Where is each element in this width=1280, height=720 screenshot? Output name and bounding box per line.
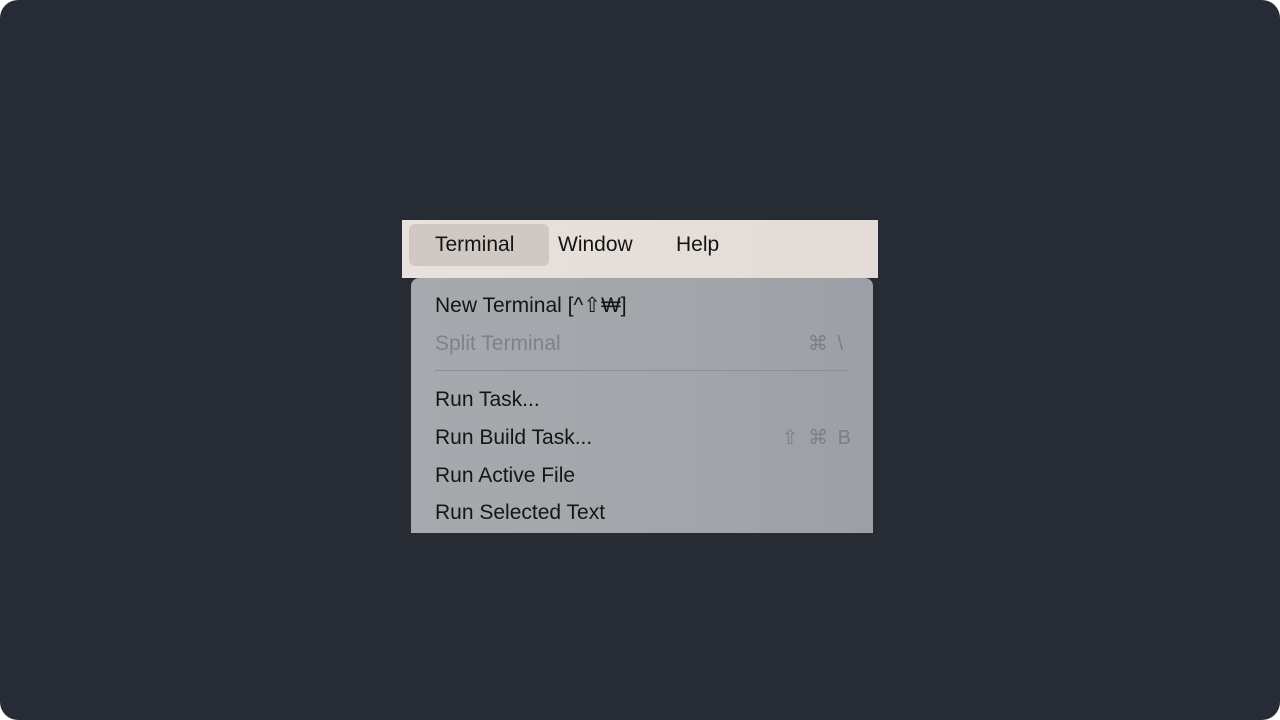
menubar-item-label: Terminal — [435, 233, 515, 256]
menu-item-label: Run Active File — [435, 464, 576, 487]
menubar-item-help[interactable]: Help — [668, 224, 748, 266]
menu-item-label: New Terminal [^⇧₩] — [435, 294, 627, 317]
menu-bar: Terminal Window Help — [402, 220, 878, 278]
menu-item-run-selected-text[interactable]: Run Selected Text — [411, 495, 873, 531]
shortcut-key: B — [837, 427, 851, 449]
menubar-item-label: Help — [676, 233, 720, 256]
menu-item-new-terminal[interactable]: New Terminal [^⇧₩] — [411, 288, 873, 324]
menu-item-label: Split Terminal — [435, 332, 561, 355]
menu-item-label: Run Task... — [435, 388, 540, 411]
menu-item-label: Run Build Task... — [435, 426, 593, 449]
menu-item-run-active-file[interactable]: Run Active File — [411, 458, 873, 494]
command-key-icon: ⌘ — [808, 427, 829, 449]
menu-item-run-task[interactable]: Run Task... — [411, 382, 873, 418]
shortcut-split-terminal: ⌘ \ — [804, 326, 843, 362]
menu-item-split-terminal: Split Terminal ⌘ \ — [411, 326, 873, 362]
menubar-item-terminal[interactable]: Terminal — [409, 224, 549, 266]
menubar-item-window[interactable]: Window — [550, 224, 660, 266]
terminal-dropdown-menu: New Terminal [^⇧₩] Split Terminal ⌘ \ Ru… — [411, 278, 873, 533]
desktop-background: Terminal Window Help New Terminal [^⇧₩] … — [0, 0, 1280, 720]
menu-item-label: Run Selected Text — [435, 501, 606, 524]
menu-separator — [435, 370, 849, 371]
menu-item-run-build-task[interactable]: Run Build Task... ⇧ ⌘ B — [411, 420, 873, 456]
shift-key-icon: ⇧ — [781, 427, 799, 449]
menubar-item-label: Window — [558, 233, 633, 256]
shortcut-run-build-task: ⇧ ⌘ B — [778, 420, 851, 456]
shortcut-key: \ — [837, 333, 843, 355]
command-key-icon: ⌘ — [807, 333, 828, 355]
